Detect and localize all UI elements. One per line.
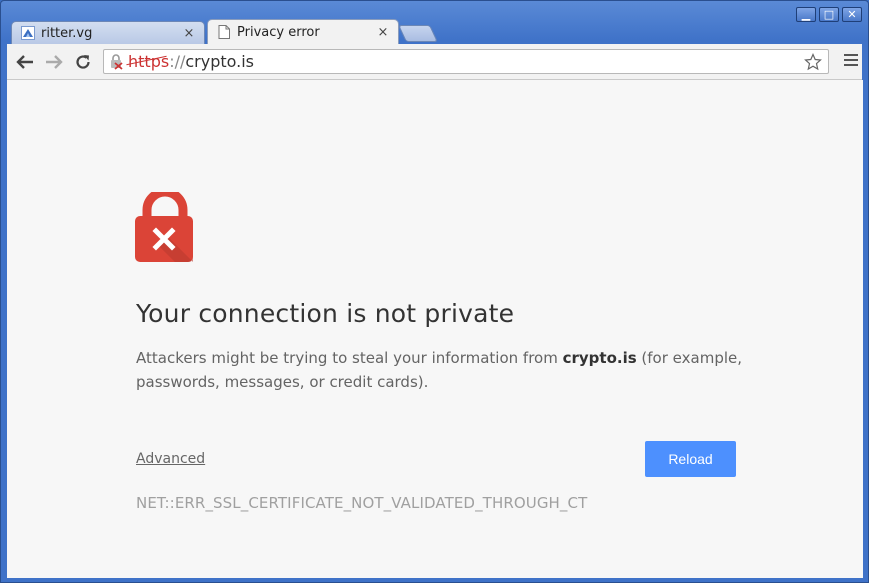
tab-close-icon[interactable]: × — [376, 25, 390, 40]
advanced-link[interactable]: Advanced — [136, 451, 205, 467]
url-text: https://crypto.is — [128, 52, 254, 71]
ritter-favicon-icon — [21, 26, 35, 40]
desc-prefix: Attackers might be trying to steal your … — [136, 349, 563, 367]
insecure-lock-icon — [110, 53, 124, 70]
url-scheme: https — [128, 52, 170, 71]
reload-icon — [76, 55, 90, 69]
back-button[interactable] — [15, 52, 35, 72]
url-separator: :// — [169, 52, 186, 71]
tab-privacy-error[interactable]: Privacy error × — [207, 19, 399, 44]
browser-window: ▁ □ ✕ ritter.vg × Privacy error × https:… — [0, 0, 869, 583]
new-tab-button[interactable] — [398, 25, 438, 42]
reload-page-button[interactable] — [73, 52, 93, 72]
interstitial-page: Your connection is not private Attackers… — [7, 80, 863, 578]
desc-host: crypto.is — [562, 349, 637, 367]
bookmark-star-icon[interactable] — [804, 53, 822, 75]
hamburger-menu-icon[interactable] — [844, 54, 858, 69]
page-icon — [217, 25, 231, 39]
forward-button[interactable] — [44, 52, 64, 72]
browser-toolbar: https://crypto.is — [7, 44, 862, 80]
url-host: crypto.is — [185, 52, 255, 71]
red-lock-icon — [135, 187, 195, 268]
tab-ritter[interactable]: ritter.vg × — [11, 21, 205, 44]
back-arrow-icon — [16, 55, 33, 69]
page-title: Your connection is not private — [136, 299, 515, 328]
tab-close-icon[interactable]: × — [182, 26, 196, 41]
tab-label: ritter.vg — [41, 25, 93, 41]
reload-button[interactable]: Reload — [645, 441, 736, 477]
error-code: NET::ERR_SSL_CERTIFICATE_NOT_VALIDATED_T… — [136, 494, 588, 512]
error-description: Attackers might be trying to steal your … — [136, 346, 756, 394]
tab-strip: ritter.vg × Privacy error × — [7, 19, 847, 45]
tab-label: Privacy error — [237, 24, 320, 40]
forward-arrow-icon — [46, 55, 63, 69]
address-bar[interactable]: https://crypto.is — [103, 49, 829, 74]
